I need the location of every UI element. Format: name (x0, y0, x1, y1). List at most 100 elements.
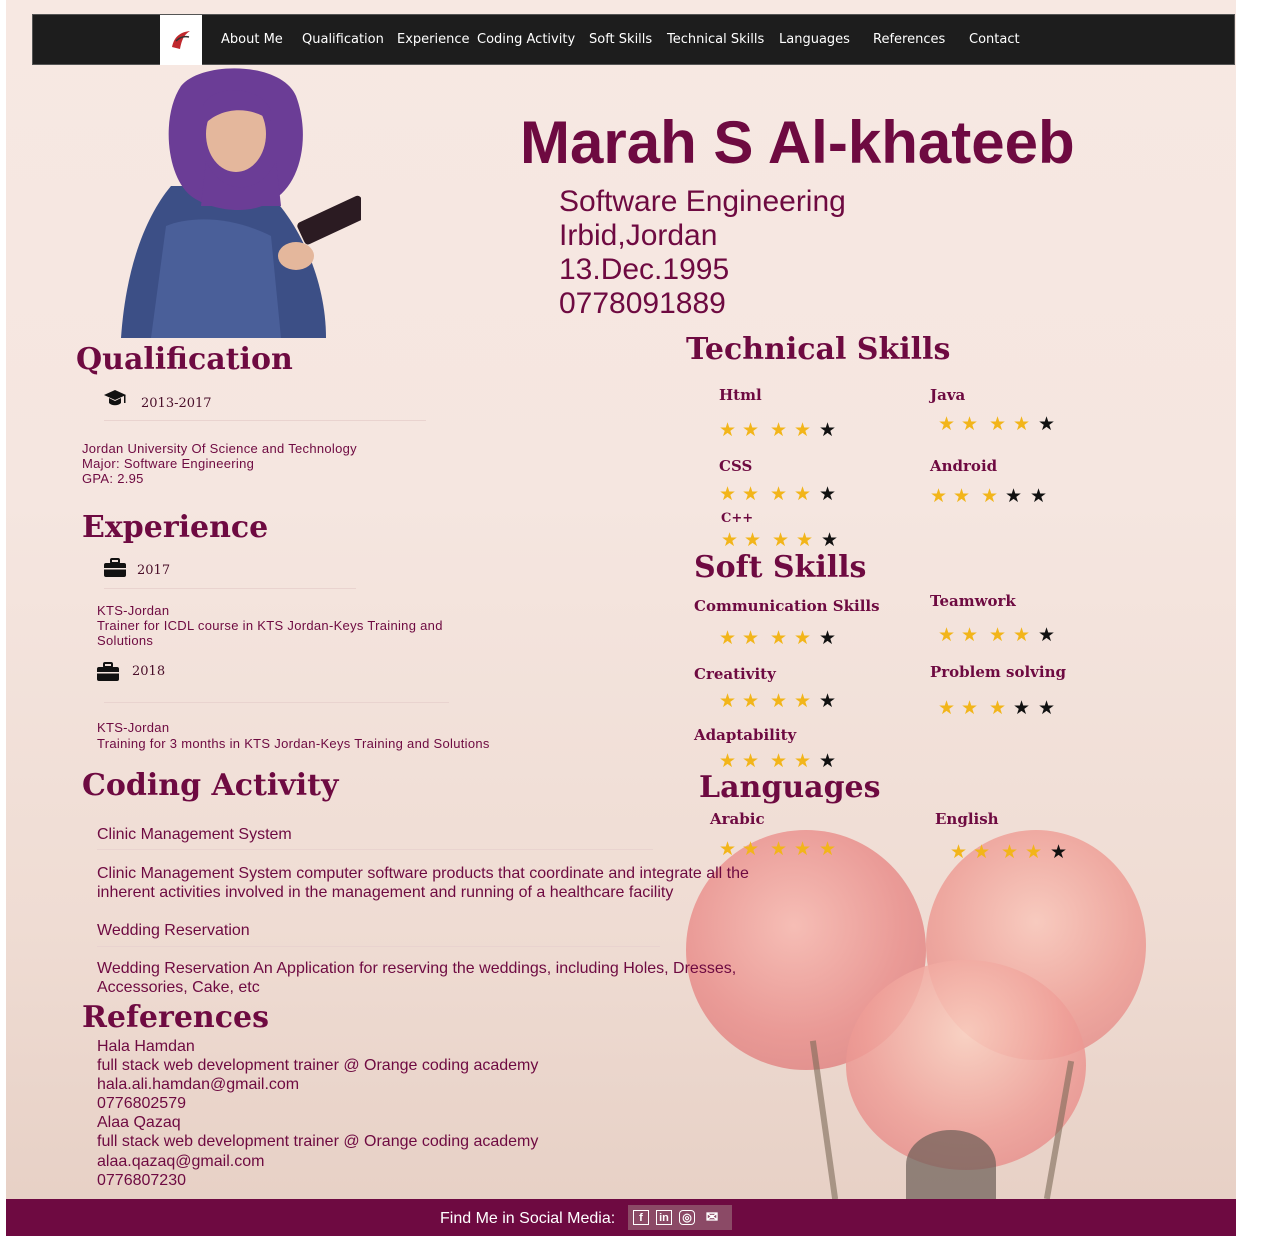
project-description: Clinic Management System computer softwa… (97, 865, 749, 901)
star-filled-icon: ★ (1025, 842, 1043, 863)
project-name: Clinic Management System (97, 826, 292, 843)
star-filled-icon: ★ (772, 530, 790, 551)
birthdate-line: 13.Dec.1995 (559, 253, 730, 286)
university-name: Jordan University Of Science and Technol… (82, 441, 357, 456)
graduation-cap-icon (103, 388, 127, 413)
skill-label: Arabic (710, 810, 765, 828)
star-filled-icon: ★ (1001, 842, 1019, 863)
phone-line: 0778091889 (559, 287, 726, 320)
experience-year-2018: 2018 (132, 664, 166, 679)
star-filled-icon: ★ (794, 484, 812, 505)
star-filled-icon: ★ (770, 628, 788, 649)
experience-year-2017: 2017 (137, 563, 171, 578)
nav-coding-activity[interactable]: Coding Activity (477, 32, 575, 47)
nav-references[interactable]: References (873, 32, 945, 47)
star-filled-icon: ★ (794, 839, 812, 860)
experience-company: KTS-Jordan (97, 603, 170, 618)
star-empty-icon: ★ (1038, 625, 1056, 646)
skill-label: Adaptability (694, 726, 797, 744)
star-empty-icon: ★ (1038, 414, 1056, 435)
star-filled-icon: ★ (770, 839, 788, 860)
skill-label: Java (930, 386, 966, 404)
star-filled-icon: ★ (742, 839, 760, 860)
divider (104, 588, 356, 589)
star-filled-icon: ★ (770, 691, 788, 712)
divider (104, 702, 449, 703)
project-description: Wedding Reservation An Application for r… (97, 960, 737, 996)
nav-technical-skills[interactable]: Technical Skills (667, 32, 764, 47)
star-empty-icon: ★ (1038, 698, 1056, 719)
nav-soft-skills[interactable]: Soft Skills (589, 32, 652, 47)
star-filled-icon: ★ (819, 839, 837, 860)
star-filled-icon: ★ (794, 691, 812, 712)
star-empty-icon: ★ (1013, 698, 1031, 719)
star-filled-icon: ★ (961, 625, 979, 646)
profile-photo (111, 66, 369, 338)
star-filled-icon: ★ (719, 628, 737, 649)
star-filled-icon: ★ (721, 530, 739, 551)
star-filled-icon: ★ (938, 414, 956, 435)
top-nav: About Me Qualification Experience Coding… (32, 14, 1235, 65)
star-empty-icon: ★ (819, 420, 837, 441)
technical-skills-title: Technical Skills (686, 332, 951, 367)
star-filled-icon: ★ (961, 414, 979, 435)
nav-experience[interactable]: Experience (397, 32, 470, 47)
star-empty-icon: ★ (1005, 486, 1023, 507)
star-filled-icon: ★ (950, 842, 968, 863)
resume-page: About Me Qualification Experience Coding… (6, 0, 1236, 1236)
divider (104, 420, 426, 421)
experience-description: Trainer for ICDL course in KTS Jordan-Ke… (97, 618, 443, 648)
star-filled-icon: ★ (794, 751, 812, 772)
experience-company: KTS-Jordan (97, 720, 170, 735)
divider (97, 849, 653, 850)
soft-skills-title: Soft Skills (694, 550, 867, 585)
star-filled-icon: ★ (719, 420, 737, 441)
experience-title: Experience (82, 510, 269, 545)
location-line: Irbid,Jordan (559, 219, 718, 252)
skill-label: Creativity (694, 665, 776, 683)
star-filled-icon: ★ (719, 751, 737, 772)
star-filled-icon: ★ (961, 698, 979, 719)
star-filled-icon: ★ (719, 484, 737, 505)
star-filled-icon: ★ (770, 751, 788, 772)
email-icon[interactable]: ✉ (704, 1210, 720, 1225)
skill-label: English (935, 810, 999, 828)
star-filled-icon: ★ (796, 530, 814, 551)
star-empty-icon: ★ (821, 530, 839, 551)
skill-label: Problem solving (930, 663, 1066, 681)
reference-line: full stack web development trainer @ Ora… (97, 1133, 539, 1150)
star-filled-icon: ★ (794, 420, 812, 441)
star-filled-icon: ★ (1013, 414, 1031, 435)
reference-line: 0776802579 (97, 1095, 186, 1112)
nav-about-me[interactable]: About Me (221, 32, 283, 47)
star-filled-icon: ★ (742, 691, 760, 712)
reference-line: Alaa Qazaq (97, 1114, 181, 1131)
full-name: Marah S Al-khateeb (520, 109, 1075, 176)
nav-languages[interactable]: Languages (779, 32, 850, 47)
star-empty-icon: ★ (819, 691, 837, 712)
star-filled-icon: ★ (989, 625, 1007, 646)
instagram-icon[interactable]: ◎ (679, 1210, 695, 1225)
linkedin-icon[interactable]: in (656, 1210, 672, 1225)
star-empty-icon: ★ (1050, 842, 1068, 863)
star-filled-icon: ★ (770, 484, 788, 505)
coding-activity-title: Coding Activity (82, 768, 339, 803)
reference-line: alaa.qazaq@gmail.com (97, 1153, 265, 1170)
site-logo[interactable] (160, 15, 202, 65)
reference-line: full stack web development trainer @ Ora… (97, 1057, 539, 1074)
star-filled-icon: ★ (989, 414, 1007, 435)
qualification-years: 2013-2017 (141, 396, 212, 411)
skill-label: CSS (719, 457, 753, 475)
footer-social-label: Find Me in Social Media: (440, 1210, 616, 1227)
star-filled-icon: ★ (719, 691, 737, 712)
star-filled-icon: ★ (938, 698, 956, 719)
skill-label: Teamwork (930, 592, 1016, 610)
star-filled-icon: ★ (770, 420, 788, 441)
nav-contact[interactable]: Contact (969, 32, 1020, 47)
star-empty-icon: ★ (819, 628, 837, 649)
facebook-icon[interactable]: f (633, 1210, 649, 1225)
social-links: f in ◎ ✉ (628, 1205, 732, 1230)
star-filled-icon: ★ (742, 484, 760, 505)
major-line: Software Engineering (559, 185, 846, 218)
nav-qualification[interactable]: Qualification (302, 32, 384, 47)
